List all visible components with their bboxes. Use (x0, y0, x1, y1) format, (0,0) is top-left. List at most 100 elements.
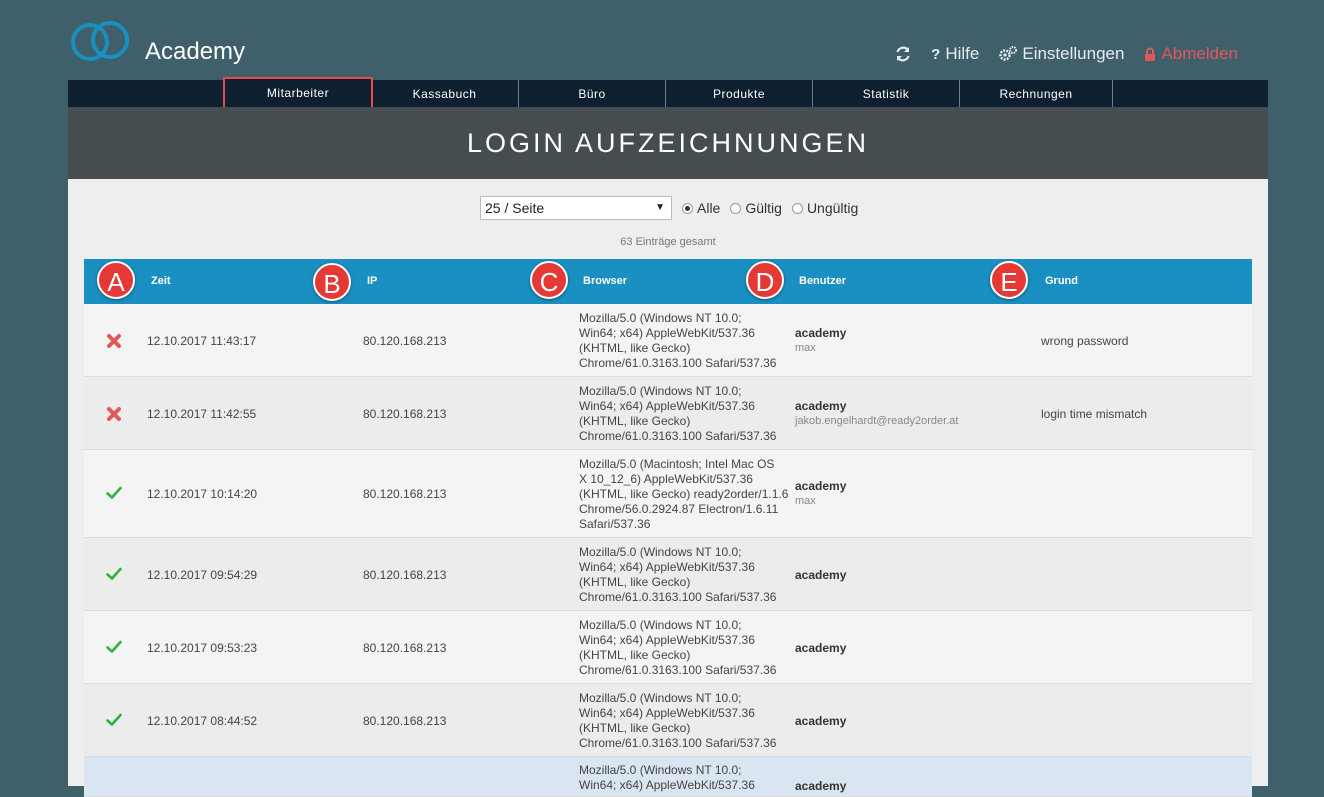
browser-line: Win64; x64) AppleWebKit/537.36 (579, 559, 755, 574)
top-bar: Academy ? Hilfe Einstellungen Abmelden (0, 0, 1324, 80)
valid-check-icon (106, 713, 122, 732)
per-page-select[interactable]: 25 / Seite ▼ (480, 196, 672, 220)
time-cell: 12.10.2017 10:14:20 (147, 487, 258, 501)
user-cell: academy (795, 568, 846, 582)
radio-alle[interactable]: Alle (682, 200, 720, 216)
column-header-benutzer[interactable]: Benutzer (799, 275, 846, 287)
user-sub: max (795, 341, 816, 354)
radio-ungueltig[interactable]: Ungültig (791, 200, 859, 216)
ip-cell: 80.120.168.213 (363, 333, 447, 348)
radio-label: Gültig (745, 200, 782, 216)
table-header: A Zeit B IP C Browser D Benutzer E Grund (84, 259, 1252, 304)
tab-statistik[interactable]: Statistik (813, 80, 959, 107)
radio-dot (791, 202, 803, 214)
annotation-badge-e: E (990, 261, 1028, 299)
page-title: LOGIN AUFZEICHNUNGEN (68, 107, 1268, 179)
user-cell: academy max (795, 326, 846, 354)
browser-line: Win64; x64) AppleWebKit/537.36 (579, 705, 755, 720)
browser-line: X 10_12_6) AppleWebKit/537.36 (579, 471, 753, 486)
user-name: academy (795, 398, 847, 413)
user-name: academy (795, 325, 847, 340)
table-row[interactable]: Mozilla/5.0 (Windows NT 10.0; Win64; x64)… (84, 757, 1252, 797)
annotation-badge-d: D (746, 261, 784, 299)
browser-line: Mozilla/5.0 (Windows NT 10.0; (579, 310, 742, 325)
valid-check-icon (106, 486, 122, 505)
time-cell: 12.10.2017 11:43:17 (147, 333, 257, 348)
settings-label: Einstellungen (1022, 44, 1125, 63)
user-name: academy (795, 567, 847, 582)
radio-gueltig[interactable]: Gültig (730, 200, 782, 216)
time-cell: 12.10.2017 09:54:29 (147, 567, 258, 582)
academy-logo-icon (71, 21, 129, 61)
browser-cell: Mozilla/5.0 (Windows NT 10.0; Win64; x64)… (579, 618, 789, 678)
user-name: academy (795, 640, 847, 655)
column-header-ip[interactable]: IP (367, 275, 377, 287)
reason-cell: wrong password (1041, 333, 1129, 348)
browser-line: (KHTML, like Gecko) (579, 340, 691, 355)
table-row[interactable]: 12.10.2017 09:53:23 80.120.168.213 Mozilla… (84, 611, 1252, 684)
tab-buero[interactable]: Büro (519, 80, 665, 107)
user-cell: academy (795, 714, 846, 728)
table-row[interactable]: 12.10.2017 08:44:52 80.120.168.213 Mozilla… (84, 684, 1252, 757)
caret-down-icon: ▼ (655, 202, 665, 213)
annotation-badge-a: A (97, 261, 135, 299)
table-row[interactable]: 12.10.2017 09:54:29 80.120.168.213 Mozilla… (84, 538, 1252, 611)
table-row[interactable]: 12.10.2017 11:43:17 80.120.168.213 Mozilla… (84, 304, 1252, 377)
column-header-browser[interactable]: Browser (583, 275, 627, 287)
time-cell: 12.10.2017 08:44:52 (147, 713, 258, 728)
column-header-zeit[interactable]: Zeit (151, 275, 171, 287)
browser-line: Chrome/61.0.3163.100 Safari/537.36 (579, 428, 777, 443)
browser-line: Mozilla/5.0 (Windows NT 10.0; (579, 763, 742, 777)
nav-divider (1112, 80, 1113, 107)
browser-cell: Mozilla/5.0 (Windows NT 10.0; Win64; x64)… (579, 384, 789, 444)
brand-name: Academy (145, 38, 246, 65)
ip-cell: 80.120.168.213 (363, 567, 447, 582)
browser-cell: Mozilla/5.0 (Windows NT 10.0; Win64; x64)… (579, 763, 789, 793)
user-cell: academy (795, 779, 846, 793)
total-count: 63 Einträge gesamt (620, 236, 716, 248)
radio-label: Alle (697, 200, 721, 216)
browser-cell: Mozilla/5.0 (Windows NT 10.0; Win64; x64)… (579, 691, 789, 751)
browser-line: Mozilla/5.0 (Windows NT 10.0; (579, 383, 742, 398)
valid-check-icon (106, 567, 122, 586)
annotation-badge-c: C (530, 261, 568, 299)
table-row[interactable]: 12.10.2017 10:14:20 80.120.168.213 Mozilla… (84, 450, 1252, 538)
refresh-button[interactable] (895, 44, 911, 64)
top-navigation: ? Hilfe Einstellungen Abmelden (895, 44, 1238, 64)
browser-line: Mozilla/5.0 (Macintosh; Intel Mac OS (579, 456, 775, 471)
help-link[interactable]: ? Hilfe (931, 44, 979, 64)
table-row[interactable]: 12.10.2017 11:42:55 80.120.168.213 Mozilla… (84, 377, 1252, 450)
logout-link[interactable]: Abmelden (1144, 44, 1238, 64)
table-body: 12.10.2017 11:43:17 80.120.168.213 Mozilla… (84, 304, 1252, 797)
user-cell: academy jakob.engelhardt@ready2order.at (795, 399, 958, 427)
browser-cell: Mozilla/5.0 (Windows NT 10.0; Win64; x64)… (579, 311, 789, 371)
browser-line: Mozilla/5.0 (Windows NT 10.0; (579, 617, 742, 632)
user-sub: max (795, 495, 816, 507)
per-page-value: 25 / Seite (485, 200, 545, 216)
browser-line: (KHTML, like Gecko) (579, 413, 691, 428)
browser-line: Mozilla/5.0 (Windows NT 10.0; (579, 690, 742, 705)
main-navigation: Mitarbeiter Kassabuch Büro Produkte Stat… (68, 77, 1268, 111)
content-area: 25 / Seite ▼ Alle Gültig Ungültig 63 Ein… (68, 179, 1268, 797)
tab-rechnungen[interactable]: Rechnungen (960, 80, 1112, 107)
browser-line: (KHTML, like Gecko) ready2order/1.1.6 (579, 486, 789, 501)
settings-link[interactable]: Einstellungen (999, 44, 1124, 64)
ip-cell: 80.120.168.213 (363, 487, 447, 501)
time-cell: 12.10.2017 11:42:55 (147, 406, 257, 421)
radio-label: Ungültig (806, 200, 859, 216)
browser-line: Chrome/61.0.3163.100 Safari/537.36 (579, 589, 777, 604)
user-name: academy (795, 479, 847, 493)
column-header-grund[interactable]: Grund (1045, 275, 1078, 287)
user-sub: jakob.engelhardt@ready2order.at (795, 414, 959, 427)
tab-produkte[interactable]: Produkte (666, 80, 812, 107)
lock-icon (1145, 47, 1156, 61)
gears-icon (999, 46, 1018, 61)
valid-check-icon (106, 640, 122, 659)
logout-label: Abmelden (1161, 44, 1238, 63)
filter-bar: 25 / Seite ▼ Alle Gültig Ungültig (480, 196, 858, 220)
browser-line: Safari/537.36 (579, 516, 651, 531)
user-name: academy (795, 779, 847, 793)
tab-kassabuch[interactable]: Kassabuch (371, 80, 518, 107)
tab-mitarbeiter[interactable]: Mitarbeiter (223, 77, 373, 111)
browser-line: Chrome/61.0.3163.100 Safari/537.36 (579, 735, 777, 750)
